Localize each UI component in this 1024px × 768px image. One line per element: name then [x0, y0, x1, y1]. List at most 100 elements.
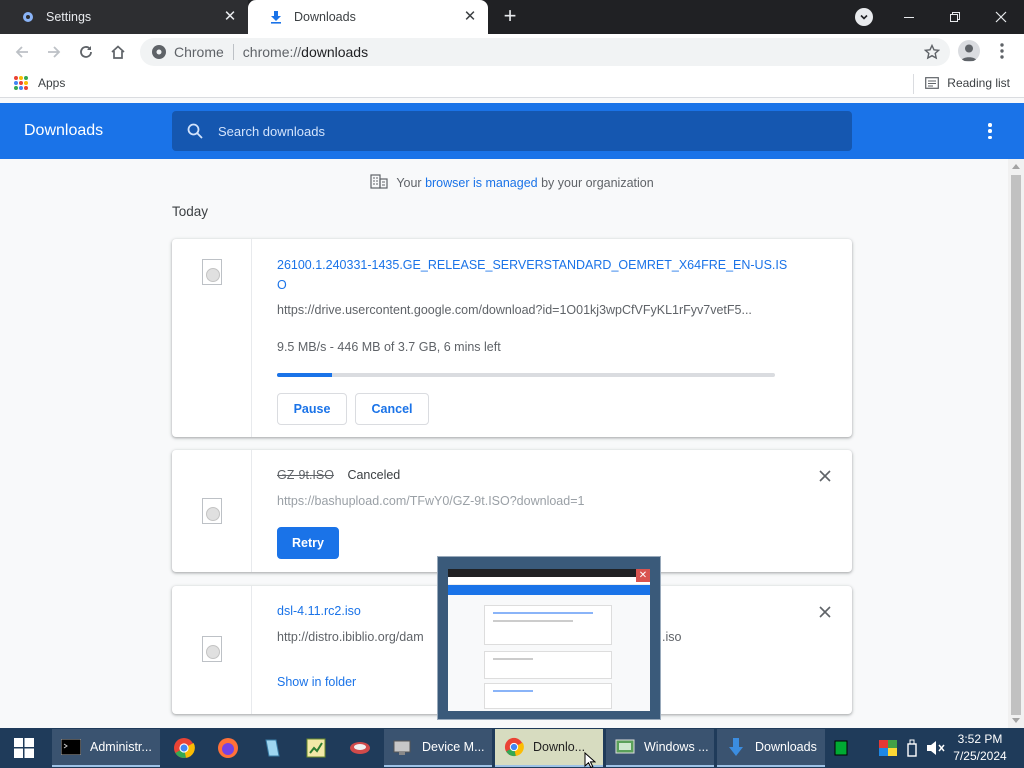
download-status: 9.5 MB/s - 446 MB of 3.7 GB, 6 mins left [277, 340, 501, 354]
file-icon-column [172, 586, 252, 714]
download-item: GZ-9t.ISO Canceled https://bashupload.co… [172, 450, 852, 572]
browser-toolbar: Chrome chrome://downloads [0, 34, 1024, 70]
back-button[interactable] [10, 40, 34, 64]
file-icon-column [172, 450, 252, 572]
scroll-up-arrow-icon[interactable] [1012, 164, 1020, 169]
cmd-icon [60, 736, 82, 758]
firefox-icon[interactable] [216, 736, 240, 760]
restore-button[interactable] [932, 0, 978, 34]
file-name-link[interactable]: dsl-4.11.rc2.iso [277, 601, 361, 621]
search-box[interactable] [172, 111, 852, 151]
color-tray-icon[interactable] [876, 736, 900, 760]
taskbar-window-admin[interactable]: Administr... [52, 729, 160, 767]
file-url[interactable]: http://distro.ibiblio.org/dam [277, 630, 437, 644]
bookmark-star-icon[interactable] [923, 43, 941, 63]
usb-device-icon[interactable] [900, 736, 924, 760]
clock-date: 7/25/2024 [953, 749, 1007, 763]
search-icon [186, 122, 204, 140]
url-text[interactable]: chrome://downloads [243, 44, 368, 60]
file-name: GZ-9t.ISO [277, 468, 334, 482]
profile-avatar-icon[interactable] [958, 40, 980, 62]
clock-time: 3:52 PM [957, 732, 1003, 746]
file-icon [202, 259, 222, 285]
retry-button[interactable]: Retry [277, 527, 339, 559]
volume-muted-icon[interactable] [924, 736, 948, 760]
minimize-button[interactable] [886, 0, 932, 34]
reading-list-icon [925, 77, 940, 89]
preview-thumbnail [448, 569, 650, 711]
scroll-down-arrow-icon[interactable] [1012, 718, 1020, 723]
more-actions-icon[interactable] [982, 121, 998, 141]
reading-list-label: Reading list [947, 76, 1010, 90]
tab-search-icon[interactable] [855, 8, 873, 26]
windows-app-icon [614, 736, 636, 758]
building-icon [370, 173, 388, 192]
managed-link[interactable]: browser is managed [425, 176, 538, 190]
page-scrollbar[interactable] [1008, 159, 1024, 728]
tab-label: Settings [46, 10, 92, 24]
bookmarks-bar: Apps Reading list [0, 70, 1024, 98]
home-button[interactable] [106, 40, 130, 64]
search-input[interactable] [218, 123, 818, 139]
cancel-button[interactable]: Cancel [355, 393, 429, 425]
file-icon [202, 498, 222, 524]
system-clock[interactable]: 3:52 PM 7/25/2024 [948, 731, 1012, 765]
file-url[interactable]: https://drive.usercontent.google.com/dow… [277, 303, 777, 317]
file-icon-column [172, 239, 252, 437]
pause-button[interactable]: Pause [277, 393, 347, 425]
section-heading: Today [172, 204, 209, 219]
chrome-site-icon [152, 45, 166, 59]
windows-taskbar: Administr... Device M... Downlo... Windo… [0, 728, 1024, 768]
managed-notice: Your browser is managed by your organiza… [0, 173, 1008, 192]
device-manager-icon [392, 736, 414, 758]
canceled-item-header: GZ-9t.ISO Canceled [277, 468, 400, 482]
file-url-end: .iso [662, 630, 682, 644]
chart-app-icon[interactable] [304, 736, 328, 760]
tab-settings[interactable]: Settings ✕ [0, 0, 248, 34]
scroll-thumb[interactable] [1011, 175, 1021, 715]
reading-list-button[interactable]: Reading list [925, 76, 1010, 90]
taskbar-window-device-manager[interactable]: Device M... [384, 729, 492, 767]
tab-strip: Settings ✕ Downloads ✕ + [0, 0, 1024, 34]
divider [913, 74, 914, 94]
taskbar-window-preview[interactable]: ✕ [437, 556, 661, 720]
remove-item-close-icon[interactable] [818, 469, 832, 483]
network-tool-icon[interactable] [348, 736, 372, 760]
download-arrow-icon [725, 736, 747, 758]
tab-downloads[interactable]: Downloads ✕ [248, 0, 488, 34]
mouse-cursor-icon [584, 751, 597, 768]
taskbar-window-windows[interactable]: Windows ... [606, 729, 714, 767]
apps-grid-icon [14, 76, 28, 90]
remove-item-close-icon[interactable] [818, 605, 832, 619]
preview-close-icon[interactable]: ✕ [636, 569, 650, 582]
file-name-link[interactable]: 26100.1.240331-1435.GE_RELEASE_SERVERSTA… [277, 255, 787, 295]
apps-shortcut[interactable]: Apps [14, 76, 65, 90]
windows-start-icon[interactable] [0, 728, 48, 768]
show-in-folder-link[interactable]: Show in folder [277, 675, 356, 689]
taskbar-window-downloads[interactable]: Downloads [717, 729, 825, 767]
chrome-icon [503, 736, 525, 758]
download-item: 26100.1.240331-1435.GE_RELEASE_SERVERSTA… [172, 239, 852, 437]
new-tab-button[interactable]: + [498, 5, 522, 29]
gear-icon [20, 9, 36, 25]
progress-fill [277, 373, 332, 377]
progress-bar [277, 373, 775, 377]
file-icon [202, 636, 222, 662]
tab-label: Downloads [294, 10, 356, 24]
close-window-button[interactable] [978, 0, 1024, 34]
chrome-menu-icon[interactable] [996, 42, 1008, 60]
canceled-label: Canceled [347, 468, 401, 482]
reload-button[interactable] [74, 40, 98, 64]
address-bar[interactable]: Chrome chrome://downloads [140, 38, 950, 66]
site-chip: Chrome [174, 44, 224, 60]
close-icon[interactable]: ✕ [462, 9, 478, 25]
close-icon[interactable]: ✕ [222, 9, 238, 25]
apps-label: Apps [38, 76, 66, 90]
download-icon [268, 9, 284, 25]
forward-button[interactable] [42, 40, 66, 64]
notepad-icon[interactable] [260, 736, 284, 760]
file-url[interactable]: https://bashupload.com/TFwY0/GZ-9t.ISO?d… [277, 494, 777, 508]
page-title: Downloads [24, 122, 104, 139]
terminal-green-icon[interactable] [829, 736, 853, 760]
chrome-icon[interactable] [172, 736, 196, 760]
